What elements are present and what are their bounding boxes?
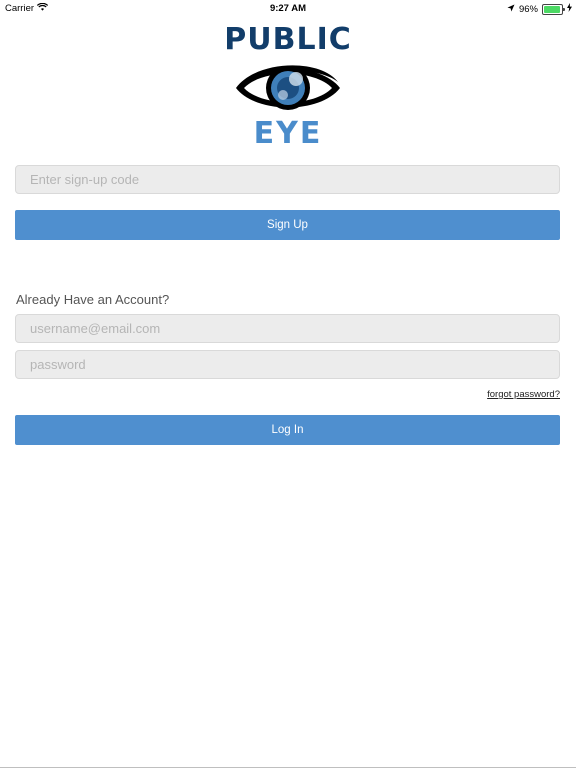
logo-eye-text: EYE — [253, 116, 323, 151]
eye-icon — [236, 65, 340, 110]
public-eye-logo: PUBLIC EYE — [0, 22, 576, 151]
signup-code-input[interactable] — [15, 165, 560, 194]
sign-up-button[interactable]: Sign Up — [15, 210, 560, 240]
login-screen: Carrier 9:27 AM 96% PUBLIC EYE Enter sig… — [0, 0, 576, 768]
username-input[interactable] — [15, 314, 560, 343]
battery-icon — [542, 3, 565, 15]
clock: 9:27 AM — [269, 3, 307, 14]
status-right: 96% — [507, 3, 572, 15]
password-input[interactable] — [15, 350, 560, 379]
battery-percent: 96% — [518, 3, 538, 15]
log-in-button[interactable]: Log In — [15, 415, 560, 445]
forgot-password-link[interactable]: forgot password? — [487, 389, 560, 400]
status-bar: Carrier 9:27 AM 96% — [0, 0, 576, 16]
login-heading: Already Have an Account? — [16, 292, 170, 307]
location-arrow-icon — [507, 4, 515, 15]
logo-public-text: PUBLIC — [224, 22, 352, 57]
charging-bolt-icon — [567, 3, 572, 15]
battery-fill — [544, 5, 561, 13]
